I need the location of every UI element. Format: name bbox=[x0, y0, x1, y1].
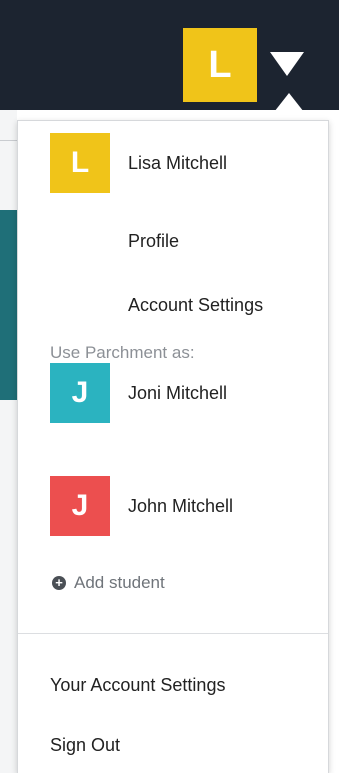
your-account-settings-link[interactable]: Your Account Settings bbox=[50, 675, 225, 696]
student-initial: J bbox=[71, 376, 89, 409]
dropdown-pointer bbox=[267, 93, 311, 121]
add-student-label: Add student bbox=[74, 573, 165, 592]
student-initial: J bbox=[71, 489, 89, 522]
menu-divider bbox=[18, 633, 328, 634]
use-parchment-as-label: Use Parchment as: bbox=[50, 343, 195, 362]
current-user-initial: L bbox=[70, 146, 90, 179]
background-panel bbox=[0, 210, 17, 400]
current-user-avatar: L bbox=[50, 133, 110, 193]
student-name: John Mitchell bbox=[128, 495, 234, 516]
sign-out-link[interactable]: Sign Out bbox=[50, 735, 120, 756]
student-avatar: J bbox=[50, 476, 110, 536]
current-user-name: Lisa Mitchell bbox=[128, 152, 228, 173]
caret-down-icon[interactable] bbox=[270, 52, 304, 76]
add-student-button[interactable]: + Add student bbox=[52, 573, 165, 593]
current-user-item[interactable]: L Lisa Mitchell bbox=[50, 133, 320, 193]
page: L L Lisa Mitchell Profile Account Settin… bbox=[0, 0, 339, 773]
student-item-joni[interactable]: J Joni Mitchell bbox=[50, 363, 320, 423]
student-item-john[interactable]: J John Mitchell bbox=[50, 476, 320, 536]
account-dropdown-menu: L Lisa Mitchell Profile Account Settings… bbox=[17, 120, 329, 773]
user-avatar-button[interactable]: L bbox=[183, 28, 257, 102]
student-avatar: J bbox=[50, 363, 110, 423]
plus-circle-icon: + bbox=[52, 576, 66, 590]
background-divider bbox=[0, 140, 17, 141]
student-name: Joni Mitchell bbox=[128, 382, 228, 403]
account-settings-link[interactable]: Account Settings bbox=[128, 295, 263, 316]
user-avatar-initial: L bbox=[208, 43, 232, 86]
profile-link[interactable]: Profile bbox=[128, 231, 179, 252]
